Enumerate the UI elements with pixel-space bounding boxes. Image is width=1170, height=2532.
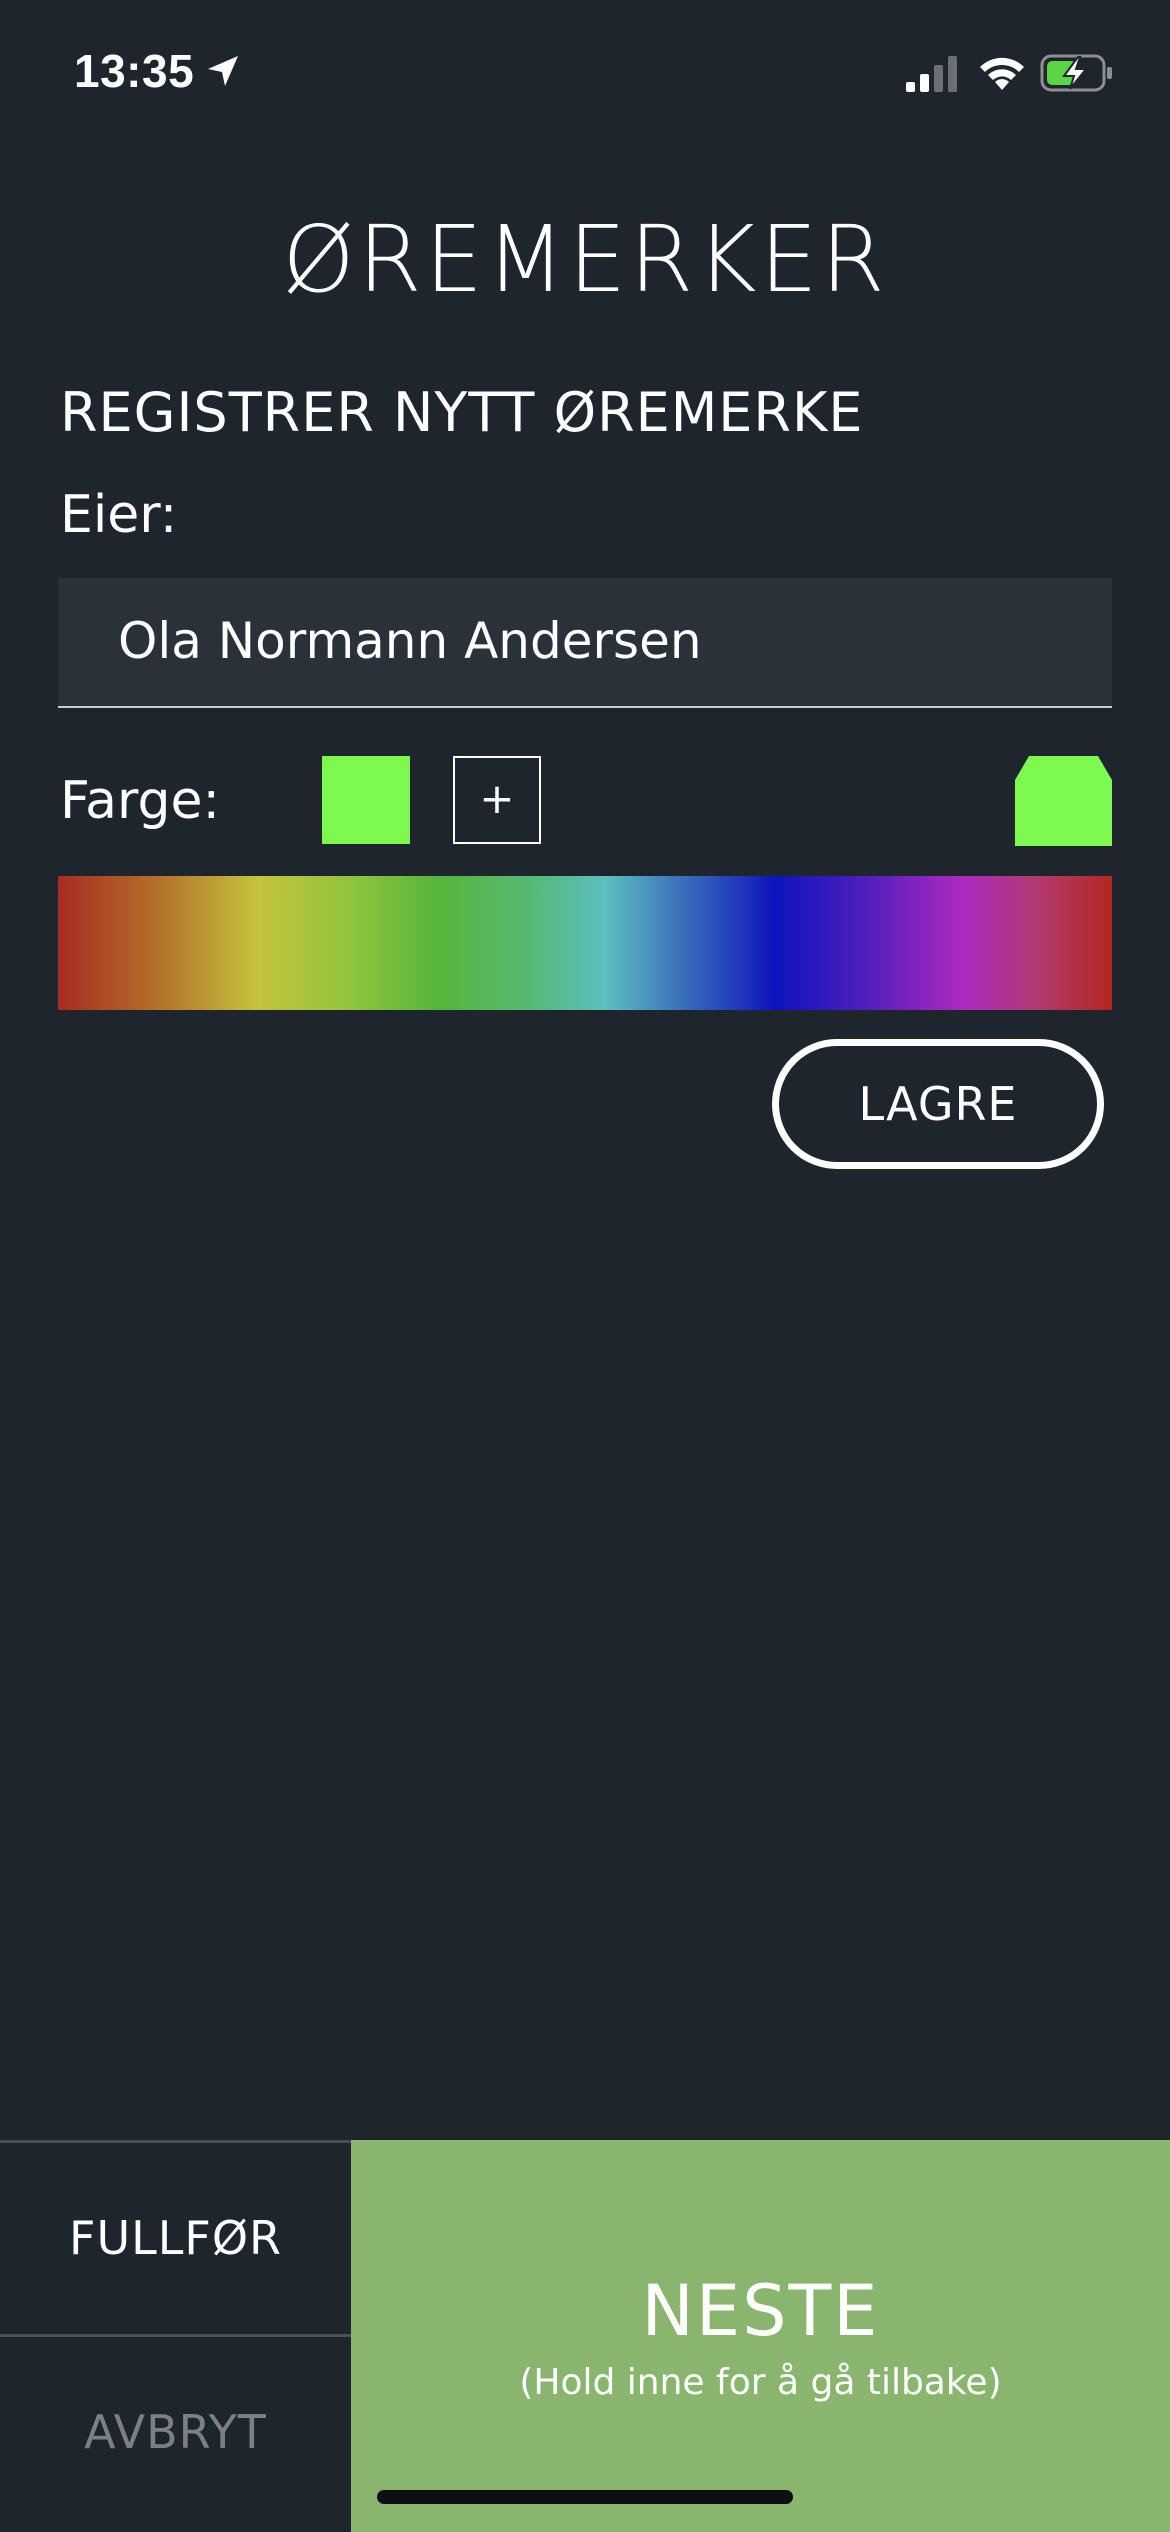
status-time: 13:35 (74, 45, 195, 97)
add-color-button[interactable]: + (453, 756, 541, 844)
owner-input[interactable]: Ola Normann Andersen (58, 578, 1112, 708)
ear-tag-preview-icon (1015, 756, 1112, 846)
finish-button[interactable]: FULLFØR (0, 2143, 351, 2337)
next-button-label: NESTE (641, 2270, 880, 2352)
home-indicator[interactable] (377, 2490, 793, 2504)
next-button[interactable]: NESTE (Hold inne for å gå tilbake) (351, 2140, 1170, 2532)
next-button-hint: (Hold inne for å gå tilbake) (519, 2362, 1002, 2403)
cellular-signal-icon (906, 56, 957, 92)
page-title: ØREMERKER (282, 206, 888, 313)
save-button[interactable]: LAGRE (772, 1039, 1104, 1169)
selected-color-swatch[interactable] (322, 756, 410, 844)
bottom-left-actions: FULLFØR AVBRYT (0, 2140, 351, 2532)
status-bar: 13:35 (0, 0, 1170, 150)
wifi-icon (980, 57, 1024, 90)
color-spectrum-slider[interactable] (58, 876, 1112, 1010)
battery-charging-icon (1040, 54, 1112, 92)
cancel-button[interactable]: AVBRYT (0, 2337, 351, 2532)
owner-input-value: Ola Normann Andersen (118, 612, 702, 670)
screen: 13:35 ØREMERKER REGISTRER NYTT ØREMERKE … (0, 0, 1170, 2532)
location-arrow-icon (208, 56, 238, 86)
color-label: Farge: (60, 771, 220, 831)
section-heading: REGISTRER NYTT ØREMERKE (60, 381, 864, 444)
owner-label: Eier: (60, 485, 178, 545)
bottom-action-bar: FULLFØR AVBRYT NESTE (Hold inne for å gå… (0, 2140, 1170, 2532)
